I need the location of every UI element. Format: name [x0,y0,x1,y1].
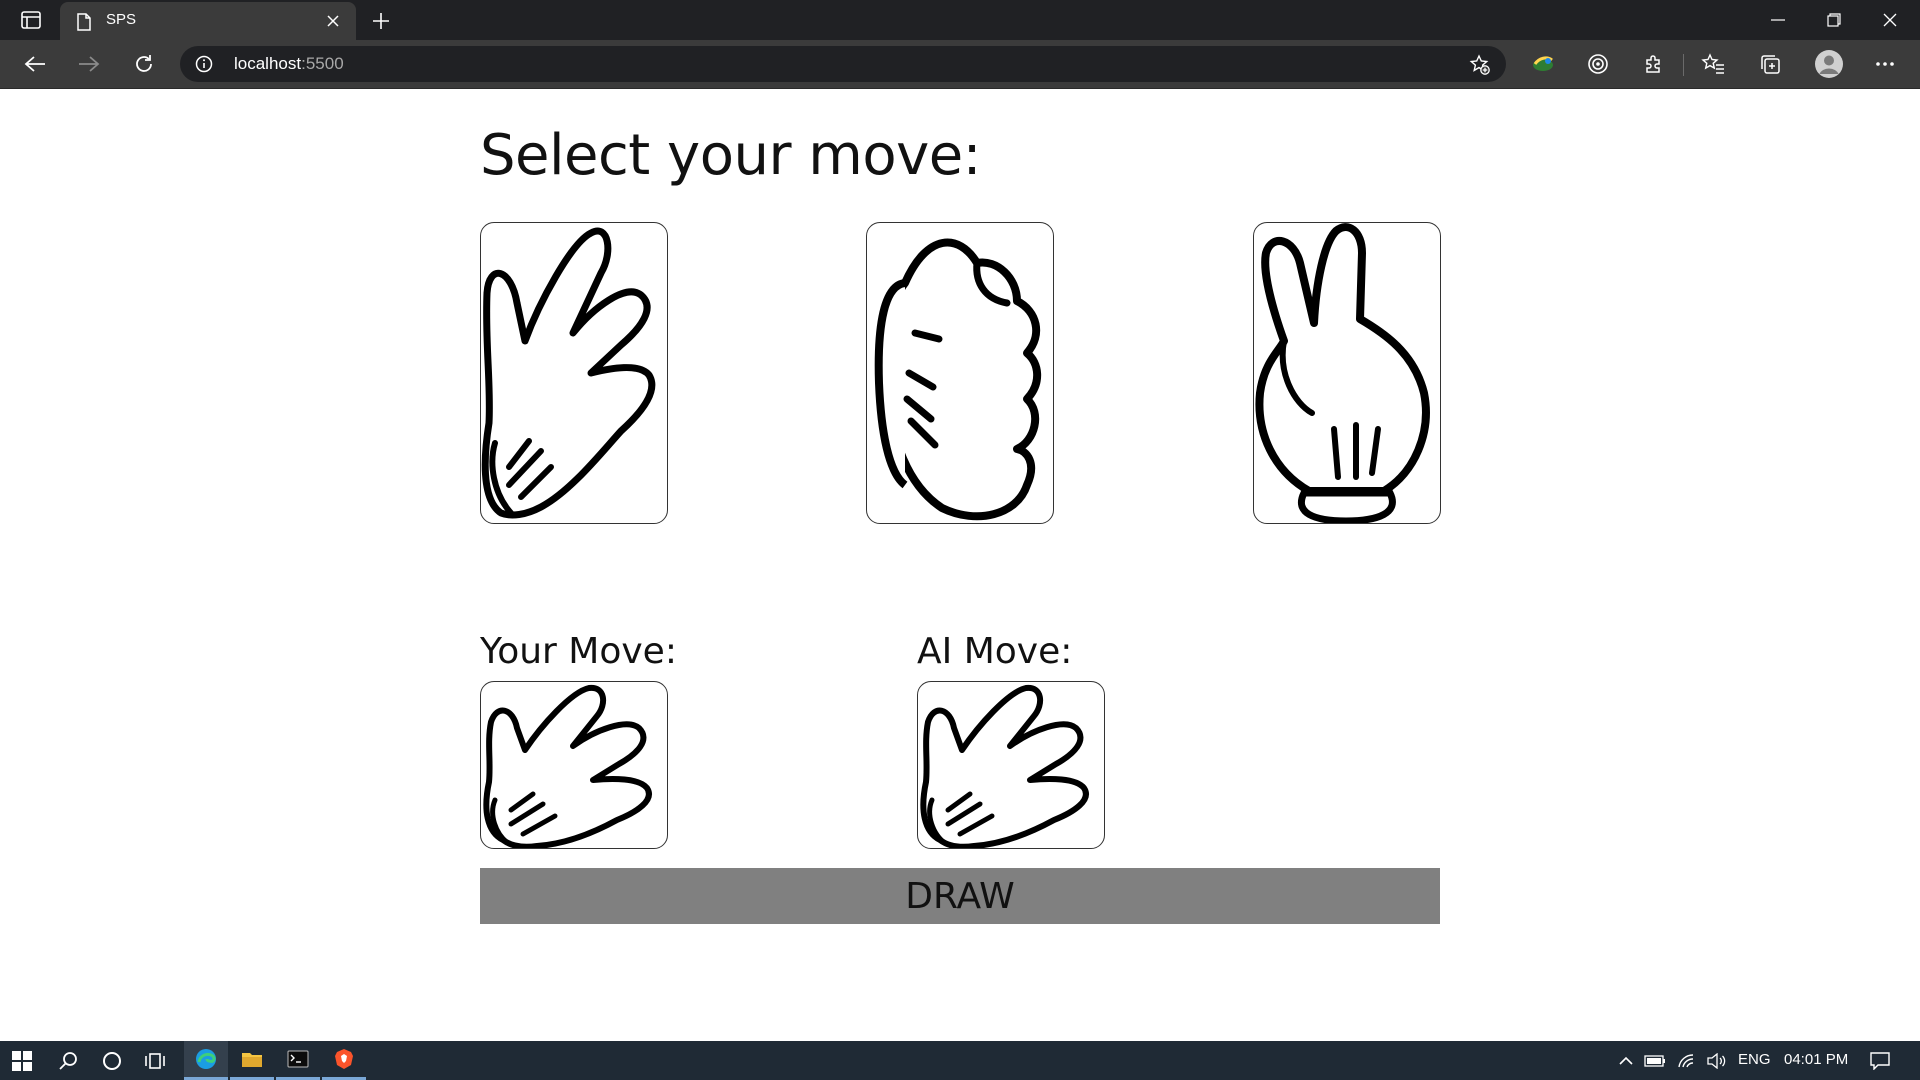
taskbar-clock[interactable]: 04:01 PM [1784,1051,1848,1068]
browser-extension-globe-icon[interactable] [1528,50,1558,78]
url-port: :5500 [301,54,344,73]
show-hidden-icons-chevron-icon[interactable] [1612,1041,1640,1080]
task-view-icon[interactable] [134,1041,178,1080]
ai-move-display [917,681,1105,849]
favorites-icon[interactable] [1698,50,1728,78]
tab-title: SPS [106,11,137,28]
brave-browser-icon[interactable] [322,1041,366,1080]
new-tab-icon[interactable] [368,8,394,34]
url-host: localhost [234,54,302,73]
ai-move-label: AI Move: [917,631,1073,672]
tab-actions-icon[interactable] [18,8,44,32]
language-indicator[interactable]: ENG [1738,1051,1771,1068]
more-options-icon[interactable] [1870,50,1900,78]
windows-start-icon[interactable] [0,1041,44,1080]
scissors-hand-icon [1255,223,1430,523]
choice-scissors-button[interactable] [1253,222,1441,524]
your-move-display [480,681,668,849]
edge-browser-taskbar-icon[interactable] [184,1041,228,1080]
paper-hand-icon [920,684,1089,848]
restore-icon[interactable] [1806,0,1862,40]
address-bar[interactable]: localhost:5500 [180,46,1506,82]
extension-target-icon[interactable] [1583,50,1613,78]
page-icon [74,12,94,32]
collections-icon[interactable] [1755,50,1785,78]
page-content: Select your move: Your Move: AI Move: DR… [0,89,1920,1041]
paper-hand-icon [481,227,656,519]
browser-toolbar: localhost:5500 [0,40,1920,89]
network-icon[interactable] [1672,1041,1702,1080]
volume-icon[interactable] [1702,1041,1732,1080]
windows-taskbar: ENG 04:01 PM [0,1041,1920,1080]
terminal-icon[interactable] [276,1041,320,1080]
page-title: Select your move: [480,123,982,188]
search-icon[interactable] [46,1041,90,1080]
choice-rock-button[interactable] [866,222,1054,524]
add-favorite-icon[interactable] [1468,53,1492,77]
your-move-label: Your Move: [480,631,677,672]
url-text[interactable]: localhost:5500 [234,54,344,74]
result-banner: DRAW [480,868,1440,924]
file-explorer-icon[interactable] [230,1041,274,1080]
back-arrow-icon[interactable] [20,50,50,78]
browser-tab-active[interactable]: SPS [60,2,356,40]
profile-avatar-icon[interactable] [1812,47,1846,81]
extensions-puzzle-icon[interactable] [1639,50,1669,78]
browser-tab-strip: SPS [0,0,1920,40]
site-info-icon[interactable] [194,54,214,74]
cortana-circle-icon[interactable] [90,1041,134,1080]
choice-paper-button[interactable] [480,222,668,524]
close-tab-icon[interactable] [324,12,342,30]
forward-arrow-icon[interactable] [74,50,104,78]
close-window-icon[interactable] [1862,0,1918,40]
rock-fist-icon [874,238,1042,521]
refresh-icon[interactable] [129,50,159,78]
toolbar-separator [1683,54,1684,76]
paper-hand-icon [483,684,652,848]
notifications-icon[interactable] [1862,1041,1898,1080]
minimize-icon[interactable] [1750,0,1806,40]
battery-icon[interactable] [1640,1041,1670,1080]
